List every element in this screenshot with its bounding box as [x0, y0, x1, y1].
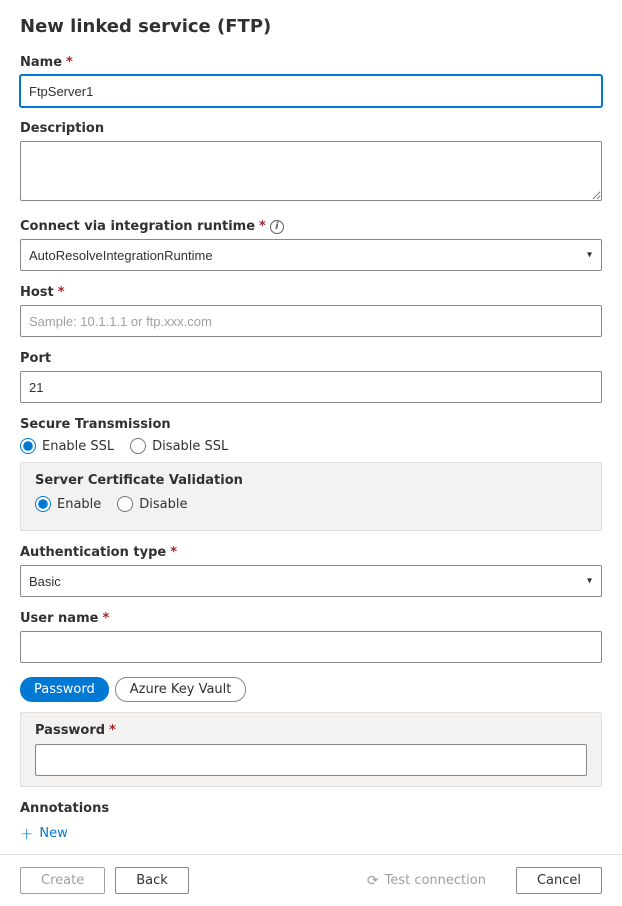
cert-disable-radio[interactable] — [117, 496, 133, 512]
footer: Create Back ⟳ Test connection Cancel — [0, 854, 622, 906]
cancel-button[interactable]: Cancel — [516, 867, 602, 894]
port-input[interactable] — [20, 371, 602, 403]
password-inner-label: Password * — [35, 723, 587, 738]
enable-ssl-radio[interactable] — [20, 438, 36, 454]
description-input[interactable] — [20, 141, 602, 201]
password-tab-group: Password Azure Key Vault — [20, 677, 602, 702]
integration-runtime-label: Connect via integration runtime * i — [20, 219, 602, 234]
integration-runtime-field-group: Connect via integration runtime * i Auto… — [20, 219, 602, 271]
disable-ssl-radio[interactable] — [130, 438, 146, 454]
azure-key-vault-tab[interactable]: Azure Key Vault — [115, 677, 247, 702]
host-required: * — [58, 285, 65, 300]
disable-ssl-label: Disable SSL — [152, 439, 228, 454]
disable-ssl-option[interactable]: Disable SSL — [130, 438, 228, 454]
username-required: * — [102, 611, 109, 626]
enable-ssl-label: Enable SSL — [42, 439, 114, 454]
password-section: Password * — [20, 712, 602, 787]
add-annotation-button[interactable]: + New — [20, 824, 68, 843]
ir-required: * — [259, 219, 266, 234]
name-field-group: Name * — [20, 55, 602, 107]
back-button[interactable]: Back — [115, 867, 189, 894]
add-annotation-label: New — [39, 826, 67, 841]
host-input[interactable] — [20, 305, 602, 337]
cert-enable-option[interactable]: Enable — [35, 496, 101, 512]
name-label: Name * — [20, 55, 602, 70]
auth-type-label: Authentication type * — [20, 545, 602, 560]
host-field-group: Host * — [20, 285, 602, 337]
username-field-group: User name * — [20, 611, 602, 663]
annotations-label: Annotations — [20, 801, 602, 816]
name-input[interactable] — [20, 75, 602, 107]
create-button[interactable]: Create — [20, 867, 105, 894]
cert-enable-label: Enable — [57, 497, 101, 512]
auth-type-required: * — [170, 545, 177, 560]
test-connection-button[interactable]: ⟳ Test connection — [347, 868, 506, 894]
secure-transmission-section: Secure Transmission Enable SSL Disable S… — [20, 417, 602, 531]
cert-disable-option[interactable]: Disable — [117, 496, 187, 512]
integration-runtime-select[interactable]: AutoResolveIntegrationRuntime — [20, 239, 602, 271]
plus-icon: + — [20, 824, 33, 843]
page-wrapper: New linked service (FTP) Name * Descript… — [0, 0, 622, 906]
secure-transmission-radio-group: Enable SSL Disable SSL — [20, 438, 602, 454]
test-connection-label: Test connection — [385, 873, 486, 888]
auth-type-field-group: Authentication type * Basic ▾ — [20, 545, 602, 597]
cert-validation-box: Server Certificate Validation Enable Dis… — [20, 462, 602, 531]
cert-disable-label: Disable — [139, 497, 187, 512]
password-required: * — [109, 723, 116, 738]
integration-runtime-info-icon[interactable]: i — [270, 220, 284, 234]
page-title: New linked service (FTP) — [20, 16, 602, 37]
username-label: User name * — [20, 611, 602, 626]
cert-enable-radio[interactable] — [35, 496, 51, 512]
port-field-group: Port — [20, 351, 602, 403]
test-connection-icon: ⟳ — [367, 873, 379, 889]
name-required: * — [66, 55, 73, 70]
description-label: Description — [20, 121, 602, 136]
secure-transmission-label: Secure Transmission — [20, 417, 602, 432]
auth-type-select-wrapper: Basic ▾ — [20, 565, 602, 597]
auth-type-select[interactable]: Basic — [20, 565, 602, 597]
enable-ssl-option[interactable]: Enable SSL — [20, 438, 114, 454]
annotations-section: Annotations + New — [20, 801, 602, 843]
port-label: Port — [20, 351, 602, 366]
description-field-group: Description — [20, 121, 602, 205]
main-content: New linked service (FTP) Name * Descript… — [0, 0, 622, 854]
cert-validation-title: Server Certificate Validation — [35, 473, 587, 488]
password-input[interactable] — [35, 744, 587, 776]
host-label: Host * — [20, 285, 602, 300]
integration-runtime-select-wrapper: AutoResolveIntegrationRuntime ▾ — [20, 239, 602, 271]
password-tab[interactable]: Password — [20, 677, 109, 702]
username-input[interactable] — [20, 631, 602, 663]
cert-validation-radio-group: Enable Disable — [35, 496, 587, 512]
